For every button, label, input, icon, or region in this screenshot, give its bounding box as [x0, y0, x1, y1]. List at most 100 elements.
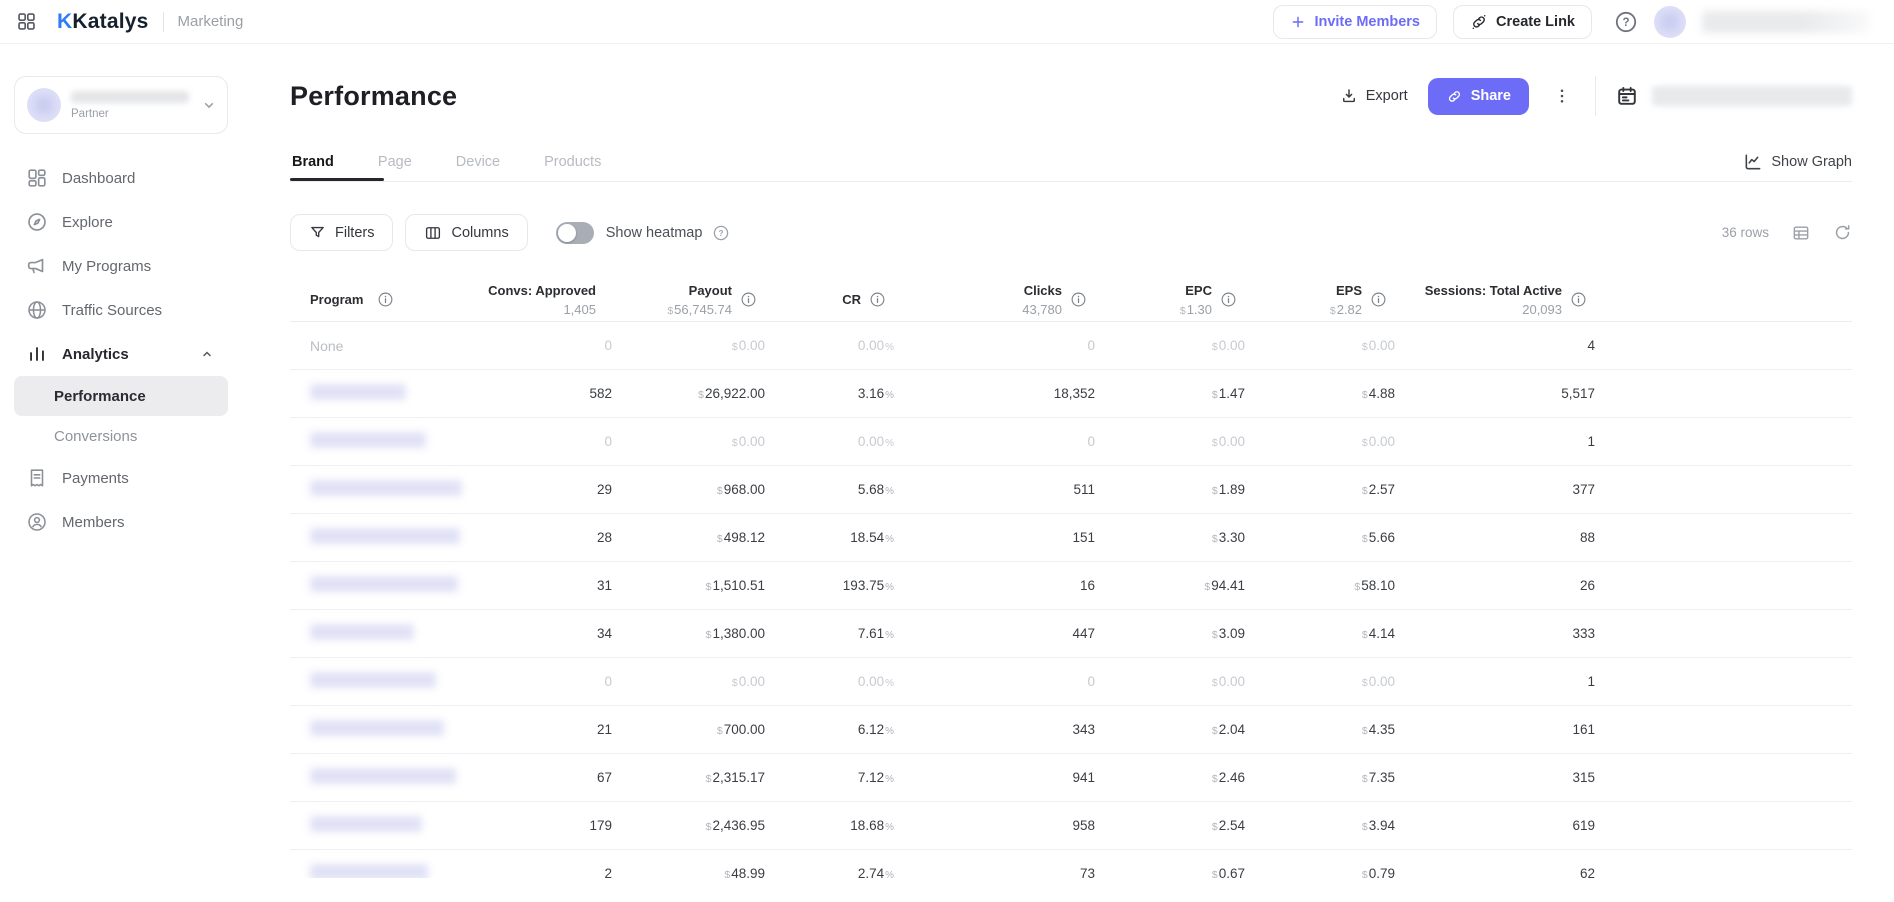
program-name-redacted — [310, 432, 426, 448]
cell-eps: $4.14 — [1245, 626, 1395, 641]
chevron-down-icon — [199, 95, 219, 115]
info-icon[interactable] — [869, 291, 886, 308]
table-row[interactable]: 0$0.000.00%0$0.00$0.001 — [290, 658, 1852, 706]
cell-payout: $2,436.95 — [612, 818, 765, 833]
column-header-clicks[interactable]: Clicks43,780 — [894, 282, 1095, 317]
refresh-button[interactable] — [1833, 223, 1852, 242]
workspace-type-label: Partner — [71, 108, 189, 120]
cell-epc: $3.09 — [1095, 626, 1245, 641]
sidebar-item-explore[interactable]: Explore — [14, 200, 228, 244]
create-link-button[interactable]: Create Link — [1453, 5, 1592, 39]
column-header-payout[interactable]: Payout$56,745.74 — [612, 282, 765, 317]
date-range-picker[interactable] — [1616, 85, 1852, 107]
tab-device[interactable]: Device — [454, 144, 502, 180]
cell-payout: $48.99 — [612, 866, 765, 878]
more-options-button[interactable] — [1549, 83, 1575, 109]
cell-payout: $1,510.51 — [612, 578, 765, 593]
main-content: Performance Export Share — [242, 44, 1894, 902]
cell-program — [290, 432, 530, 451]
cell-eps: $0.00 — [1245, 338, 1395, 353]
table-row[interactable]: 582$26,922.003.16%18,352$1.47$4.885,517 — [290, 370, 1852, 418]
cell-cr: 6.12% — [765, 722, 894, 737]
workspace-selector[interactable]: Partner — [14, 76, 228, 134]
sidebar-item-analytics[interactable]: Analytics — [14, 332, 228, 376]
app-grid-icon[interactable] — [16, 11, 37, 32]
cell-sessions: 1 — [1395, 434, 1595, 449]
table-row[interactable]: 34$1,380.007.61%447$3.09$4.14333 — [290, 610, 1852, 658]
sidebar-item-my-programs[interactable]: My Programs — [14, 244, 228, 288]
info-icon[interactable] — [1370, 291, 1387, 308]
table-row[interactable]: 0$0.000.00%0$0.00$0.001 — [290, 418, 1852, 466]
cell-cr: 7.12% — [765, 770, 894, 785]
brand-logo[interactable]: KKatalys — [57, 10, 149, 34]
cell-convs: 31 — [530, 578, 612, 593]
cell-program — [290, 384, 530, 403]
table-row[interactable]: 21$700.006.12%343$2.04$4.35161 — [290, 706, 1852, 754]
cell-sessions: 315 — [1395, 770, 1595, 785]
cell-sessions: 377 — [1395, 482, 1595, 497]
table-row[interactable]: 2$48.992.74%73$0.67$0.7962 — [290, 850, 1852, 878]
cell-cr: 18.54% — [765, 530, 894, 545]
info-icon[interactable] — [1070, 291, 1087, 308]
cell-eps: $4.88 — [1245, 386, 1395, 401]
link-icon — [1446, 88, 1463, 105]
tab-brand[interactable]: Brand — [290, 144, 336, 180]
cell-sessions: 26 — [1395, 578, 1595, 593]
sidebar-subitem-performance[interactable]: Performance — [14, 376, 228, 416]
kebab-icon — [1553, 87, 1571, 105]
compass-icon — [26, 211, 48, 233]
table-row[interactable]: 31$1,510.51193.75%16$94.41$58.1026 — [290, 562, 1852, 610]
sidebar-subitem-conversions[interactable]: Conversions — [14, 416, 228, 456]
column-header-sessions[interactable]: Sessions: Total Active20,093 — [1395, 282, 1595, 317]
user-avatar[interactable] — [1654, 6, 1686, 38]
cell-program — [290, 720, 530, 739]
table-view-button[interactable] — [1791, 223, 1811, 243]
sidebar-item-dashboard[interactable]: Dashboard — [14, 156, 228, 200]
user-name-redacted — [1702, 11, 1870, 33]
columns-button[interactable]: Columns — [405, 214, 527, 251]
column-header-convs[interactable]: Convs: Approved1,405 — [530, 282, 612, 317]
cell-clicks: 447 — [894, 626, 1095, 641]
program-name-redacted — [310, 384, 406, 400]
info-icon[interactable] — [377, 291, 394, 308]
table-row[interactable]: 28$498.1218.54%151$3.30$5.6688 — [290, 514, 1852, 562]
tab-page[interactable]: Page — [376, 144, 414, 180]
cell-program — [290, 480, 530, 499]
export-button[interactable]: Export — [1340, 87, 1408, 105]
invite-members-button[interactable]: Invite Members — [1273, 5, 1437, 39]
heatmap-help-icon[interactable]: ? — [712, 224, 730, 242]
info-icon[interactable] — [1570, 291, 1587, 308]
info-icon[interactable] — [1220, 291, 1237, 308]
cell-clicks: 0 — [894, 674, 1095, 689]
column-header-epc[interactable]: EPC$1.30 — [1095, 282, 1245, 317]
sidebar: Partner Dashboard Explore — [0, 44, 242, 902]
table-row[interactable]: 29$968.005.68%511$1.89$2.57377 — [290, 466, 1852, 514]
sidebar-item-members[interactable]: Members — [14, 500, 228, 544]
sidebar-item-payments[interactable]: Payments — [14, 456, 228, 500]
megaphone-icon — [26, 255, 48, 277]
help-button[interactable]: ? — [1614, 10, 1638, 34]
cell-payout: $1,380.00 — [612, 626, 765, 641]
cell-clicks: 0 — [894, 434, 1095, 449]
table-row[interactable]: 67$2,315.177.12%941$2.46$7.35315 — [290, 754, 1852, 802]
info-icon[interactable] — [740, 291, 757, 308]
cell-epc: $2.54 — [1095, 818, 1245, 833]
show-graph-button[interactable]: Show Graph — [1743, 152, 1852, 172]
sidebar-item-traffic-sources[interactable]: Traffic Sources — [14, 288, 228, 332]
column-header-cr[interactable]: CR — [765, 291, 894, 309]
table-row[interactable]: None 0$0.000.00%0$0.00$0.004 — [290, 322, 1852, 370]
funnel-icon — [309, 224, 326, 241]
column-header-eps[interactable]: EPS$2.82 — [1245, 282, 1395, 317]
cell-convs: 2 — [530, 866, 612, 878]
tab-products[interactable]: Products — [542, 144, 603, 180]
cell-sessions: 62 — [1395, 866, 1595, 878]
question-circle-icon: ? — [1614, 10, 1638, 34]
filters-button[interactable]: Filters — [290, 214, 393, 251]
cell-epc: $2.46 — [1095, 770, 1245, 785]
table-row[interactable]: 179$2,436.9518.68%958$2.54$3.94619 — [290, 802, 1852, 850]
cell-clicks: 18,352 — [894, 386, 1095, 401]
heatmap-toggle[interactable] — [556, 222, 594, 244]
cell-epc: $3.30 — [1095, 530, 1245, 545]
share-button[interactable]: Share — [1428, 78, 1529, 115]
cell-epc: $0.00 — [1095, 674, 1245, 689]
